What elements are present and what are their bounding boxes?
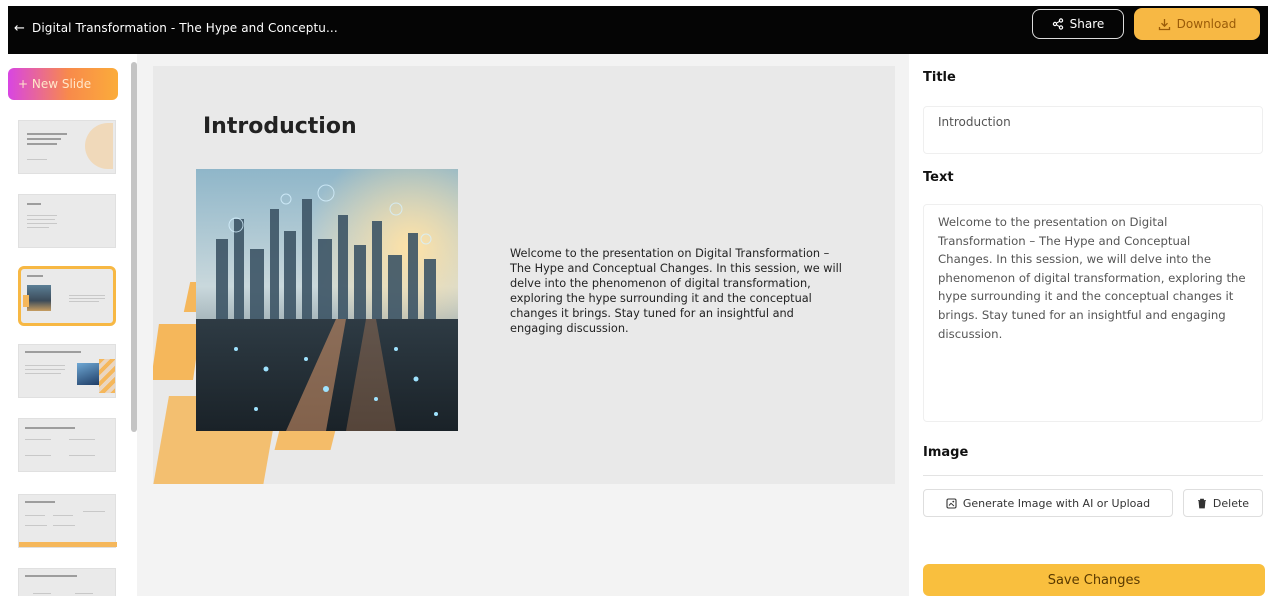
download-icon [1158, 18, 1170, 30]
download-button[interactable]: Download [1134, 8, 1260, 40]
decorative-shape [274, 430, 336, 450]
title-input[interactable]: Introduction [923, 106, 1263, 154]
generate-image-label: Generate Image with AI or Upload [962, 496, 1151, 510]
slide-title: Introduction [203, 114, 357, 139]
top-bar: ← Digital Transformation - The Hype and … [8, 6, 1268, 54]
editor-panel: Title Introduction Text Welcome to the p… [909, 54, 1268, 596]
delete-image-label: Delete [1212, 496, 1250, 510]
share-label: Share [1069, 17, 1105, 31]
slide-thumbnail-7[interactable] [18, 568, 116, 596]
delete-image-button[interactable]: Delete [1183, 489, 1263, 517]
slide-thumbnail-5[interactable] [18, 418, 116, 472]
slide-image[interactable] [196, 169, 458, 431]
arrow-left-icon[interactable]: ← [14, 21, 25, 36]
slide-body-text: Welcome to the presentation on Digital T… [510, 247, 842, 335]
download-label: Download [1176, 17, 1237, 31]
new-slide-button[interactable]: + New Slide [8, 68, 118, 100]
divider [923, 475, 1263, 476]
image-ai-icon [946, 497, 957, 509]
trash-icon [1197, 498, 1206, 508]
generate-image-button[interactable]: Generate Image with AI or Upload [923, 489, 1173, 517]
new-slide-label: + New Slide [18, 77, 92, 91]
city-illustration [196, 169, 458, 431]
slide-thumbnail-2[interactable] [18, 194, 116, 248]
slide-thumbnail-6[interactable] [18, 494, 117, 548]
slides-sidebar: + New Slide [8, 54, 130, 596]
title-label: Title [923, 70, 956, 85]
text-label: Text [923, 170, 954, 185]
save-changes-button[interactable]: Save Changes [923, 564, 1265, 596]
slide-thumbnail-1[interactable] [18, 120, 116, 174]
text-input[interactable]: Welcome to the presentation on Digital T… [923, 204, 1263, 422]
decorative-shape [153, 324, 201, 380]
image-label: Image [923, 445, 969, 460]
document-title: Digital Transformation - The Hype and Co… [32, 21, 338, 35]
slide-thumbnail-4[interactable] [18, 344, 116, 398]
slide-thumbnail-3[interactable] [18, 266, 116, 326]
slide-preview[interactable]: Introduction Welcome to the presentation… [153, 66, 895, 484]
share-icon [1052, 18, 1063, 30]
share-button[interactable]: Share [1032, 9, 1124, 39]
